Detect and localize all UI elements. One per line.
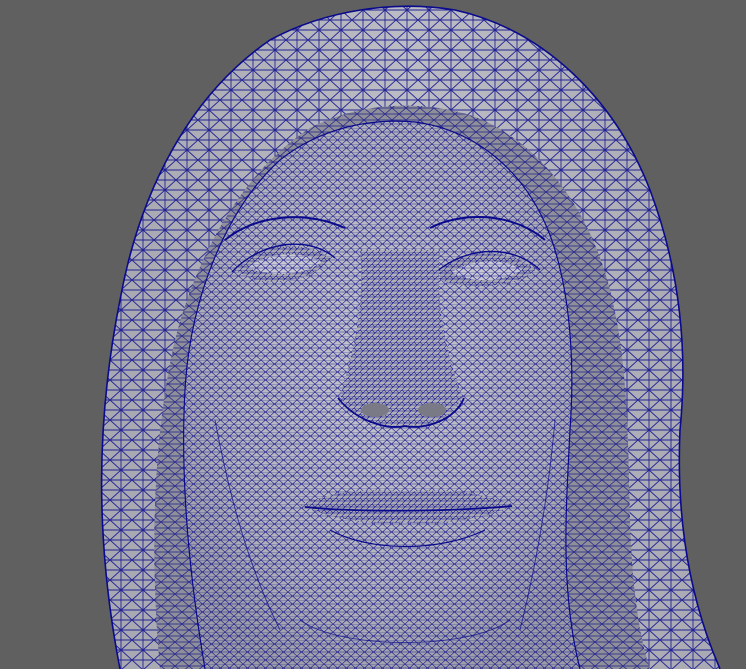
right-nostril [418,403,446,417]
left-nostril [361,403,389,417]
3d-viewport[interactable] [0,0,746,669]
mesh-wireframe-render[interactable] [0,0,746,669]
